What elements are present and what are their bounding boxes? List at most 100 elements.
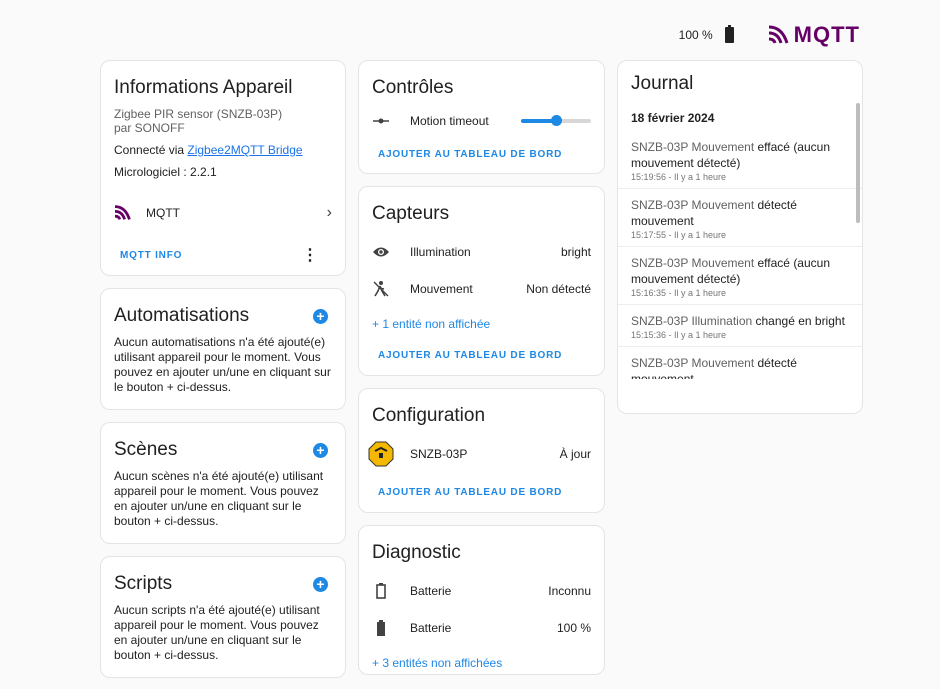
journal-message: SNZB-03P Mouvement effacé (aucun mouveme… — [631, 139, 849, 171]
automations-title: Automatisations — [114, 305, 250, 326]
firmware-update-row[interactable]: SNZB-03P À jour — [359, 435, 604, 472]
sensor-value: bright — [560, 244, 591, 259]
middle-column: Contrôles Motion timeout AJOUTER AU TABL… — [358, 60, 605, 687]
journal-entry[interactable]: SNZB-03P Mouvement détecté mouvement15:1… — [618, 189, 862, 247]
add-automation-icon[interactable]: + — [313, 308, 328, 324]
brand-text: MQTT — [793, 22, 860, 47]
diagnostic-card: Diagnostic Batterie Inconnu Batterie 100… — [358, 525, 605, 675]
automations-card: Automatisations + Aucun automatisations … — [100, 288, 346, 410]
mqtt-signal-icon — [768, 25, 789, 44]
mqtt-integration-icon — [114, 205, 131, 220]
device-info-card: Informations Appareil Zigbee PIR sensor … — [100, 60, 346, 276]
journal-time: 15:16:35 - Il y a 1 heure — [631, 288, 727, 298]
scenes-card: Scènes + Aucun scènes n'a été ajouté(e) … — [100, 422, 346, 544]
diag-row-battery-level[interactable]: Batterie 100 % — [359, 609, 604, 646]
diag-hidden-entities-link[interactable]: + 3 entités non affichées — [359, 646, 604, 674]
battery-level: 100 % — [678, 28, 713, 42]
connected-via: Connecté via Zigbee2MQTT Bridge — [101, 143, 345, 157]
journal-entity[interactable]: SNZB-03P Mouvement — [631, 198, 754, 212]
controls-add-dashboard-button[interactable]: AJOUTER AU TABLEAU DE BORD — [372, 143, 568, 166]
scenes-description: Aucun scènes n'a été ajouté(e) utilisant… — [114, 469, 324, 528]
diag-value: 100 % — [556, 620, 591, 635]
automations-header: Automatisations + — [101, 289, 345, 335]
battery-icon — [724, 25, 734, 43]
journal-scrollbar[interactable] — [856, 103, 860, 223]
slider-knob[interactable] — [551, 115, 562, 126]
sensors-title: Capteurs — [372, 203, 450, 224]
firmware-version: Micrologiciel : 2.2.1 — [114, 165, 217, 179]
journal-list[interactable]: 18 février 2024 SNZB-03P Mouvement effac… — [618, 99, 862, 379]
journal-time: 15:17:55 - Il y a 1 heure — [631, 230, 727, 240]
controls-title: Contrôles — [372, 77, 454, 98]
automations-description: Aucun automatisations n'a été ajouté(e) … — [114, 335, 331, 394]
journal-message: SNZB-03P Mouvement détecté mouvement — [631, 197, 849, 229]
timeline-icon — [372, 117, 390, 125]
battery-full-icon — [372, 619, 390, 636]
device-info-actions: MQTT INFO ⋮ — [101, 235, 345, 275]
journal-entry[interactable]: SNZB-03P Illumination changé en bright 15… — [618, 305, 862, 347]
config-entity-name: SNZB-03P — [410, 446, 468, 461]
left-column: Informations Appareil Zigbee PIR sensor … — [100, 60, 346, 689]
diag-name: Batterie — [410, 583, 452, 598]
controls-actions: AJOUTER AU TABLEAU DE BORD — [359, 135, 604, 173]
scripts-card: Scripts + Aucun scripts n'a été ajouté(e… — [100, 556, 346, 678]
journal-text: changé en bright — [752, 314, 845, 328]
scripts-description: Aucun scripts n'a été ajouté(e) utilisan… — [114, 603, 320, 662]
connected-via-label: Connecté via — [114, 143, 188, 157]
configuration-actions: AJOUTER AU TABLEAU DE BORD — [359, 472, 604, 512]
journal-title: Journal — [631, 73, 694, 94]
device-model: Zigbee PIR sensor (SNZB-03P) — [114, 107, 283, 121]
journal-message: SNZB-03P Mouvement effacé (aucun mouveme… — [631, 255, 849, 287]
add-scene-icon[interactable]: + — [313, 442, 328, 458]
more-vert-icon[interactable]: ⋮ — [302, 245, 332, 265]
chevron-right-icon: › — [326, 204, 332, 221]
journal-time: 15:15:36 - Il y a 1 heure — [631, 330, 727, 340]
motion-timeout-label: Motion timeout — [410, 114, 489, 128]
journal-message: SNZB-03P Illumination changé en bright — [631, 313, 849, 329]
journal-entity[interactable]: SNZB-03P Mouvement — [631, 140, 754, 154]
sensors-actions: AJOUTER AU TABLEAU DE BORD — [359, 335, 604, 375]
journal-entries: SNZB-03P Mouvement effacé (aucun mouveme… — [618, 131, 862, 379]
journal-message: SNZB-03P Mouvement détecté mouvement — [631, 355, 849, 379]
journal-entry[interactable]: SNZB-03P Mouvement effacé (aucun mouveme… — [618, 247, 862, 305]
config-entity-value: À jour — [559, 446, 591, 461]
device-info-title: Informations Appareil — [114, 77, 293, 98]
sensor-row-illumination[interactable]: Illumination bright — [359, 233, 604, 270]
integration-label: MQTT — [146, 206, 180, 220]
right-column: Journal 18 février 2024 SNZB-03P Mouveme… — [617, 60, 863, 426]
diag-name: Batterie — [410, 620, 452, 635]
configuration-add-dashboard-button[interactable]: AJOUTER AU TABLEAU DE BORD — [372, 481, 568, 504]
bridge-link[interactable]: Zigbee2MQTT Bridge — [187, 143, 302, 157]
sensors-add-dashboard-button[interactable]: AJOUTER AU TABLEAU DE BORD — [372, 344, 568, 367]
controls-card: Contrôles Motion timeout AJOUTER AU TABL… — [358, 60, 605, 174]
eye-icon — [372, 246, 390, 258]
sensor-value: Non détecté — [526, 281, 591, 296]
journal-entry[interactable]: SNZB-03P Mouvement effacé (aucun mouveme… — [618, 131, 862, 189]
sensors-card: Capteurs Illumination bright Mouvement N… — [358, 186, 605, 376]
top-bar: 100 % MQTT — [679, 22, 860, 48]
configuration-card: Configuration SNZB-03P À jour AJOUTER AU… — [358, 388, 605, 513]
mqtt-logo: MQTT — [768, 22, 860, 48]
battery-outline-icon — [372, 582, 390, 599]
diagnostic-title: Diagnostic — [372, 542, 461, 563]
journal-entity[interactable]: SNZB-03P Mouvement — [631, 256, 754, 270]
integration-mqtt-row[interactable]: MQTT › — [101, 197, 345, 229]
configuration-title: Configuration — [372, 405, 486, 426]
journal-entity[interactable]: SNZB-03P Illumination — [631, 314, 752, 328]
mqtt-info-button[interactable]: MQTT INFO — [114, 244, 188, 267]
scenes-title: Scènes — [114, 439, 178, 460]
motion-timeout-slider[interactable] — [521, 115, 591, 126]
journal-entry[interactable]: SNZB-03P Mouvement détecté mouvement15:1… — [618, 347, 862, 379]
journal-entity[interactable]: SNZB-03P Mouvement — [631, 356, 754, 370]
sensor-row-mouvement[interactable]: Mouvement Non détecté — [359, 270, 604, 307]
device-manufacturer: par SONOFF — [114, 121, 185, 135]
journal-time: 15:19:56 - Il y a 1 heure — [631, 172, 727, 182]
scripts-header: Scripts + — [101, 557, 345, 603]
hidden-entities-link[interactable]: + 1 entité non affichée — [359, 307, 604, 335]
diag-row-battery-unknown[interactable]: Batterie Inconnu — [359, 572, 604, 609]
journal-date: 18 février 2024 — [631, 111, 715, 125]
diag-value: Inconnu — [548, 583, 591, 598]
add-script-icon[interactable]: + — [313, 576, 328, 592]
journal-card: Journal 18 février 2024 SNZB-03P Mouveme… — [617, 60, 863, 414]
scripts-title: Scripts — [114, 573, 173, 594]
